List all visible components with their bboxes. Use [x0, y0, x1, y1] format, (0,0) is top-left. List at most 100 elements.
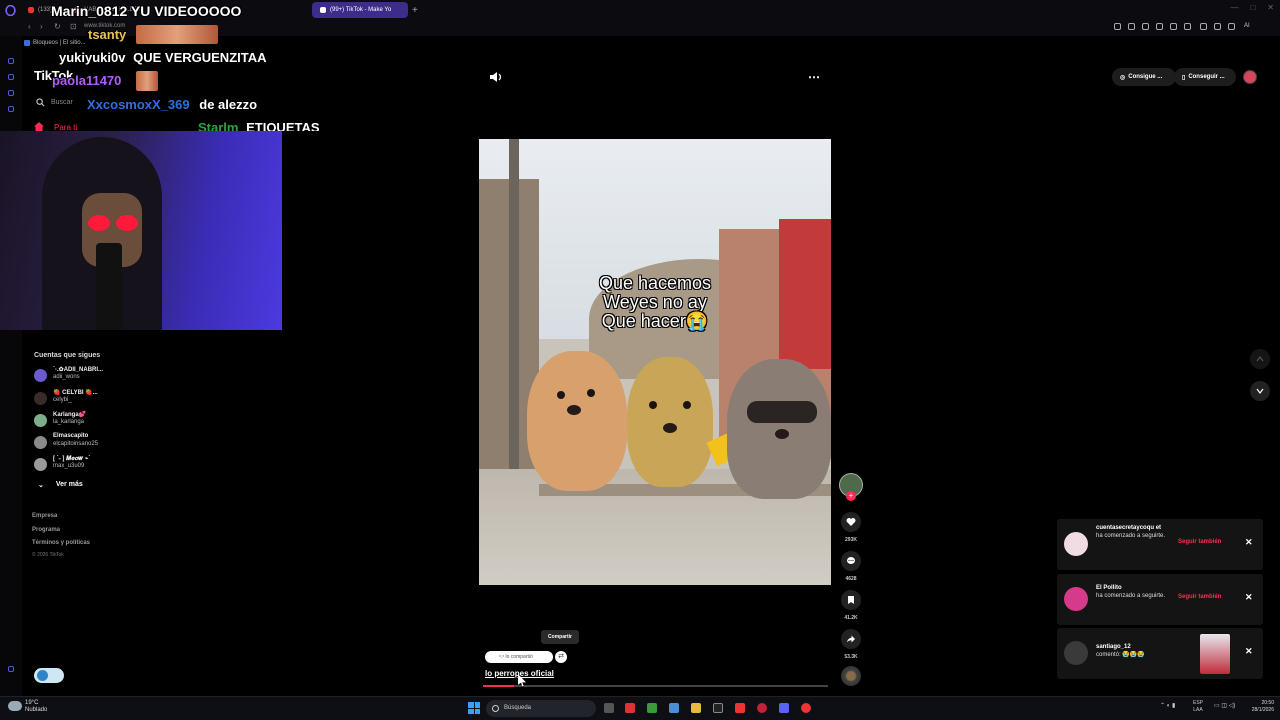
bookmarks-rail-icon[interactable]	[8, 106, 14, 112]
comment-count: 4628	[845, 576, 857, 582]
notification-text: El Pollito ha comenzado a seguirte.	[1096, 585, 1174, 600]
task-view-icon[interactable]	[604, 703, 614, 713]
repost-icon[interactable]: ⇄	[555, 651, 567, 663]
share-button[interactable]	[841, 629, 861, 649]
previous-video-button[interactable]	[1250, 349, 1270, 369]
shared-by-chip[interactable]: ᵒ.ᵒ lo compartió	[485, 651, 553, 663]
download-icon[interactable]	[1228, 23, 1235, 30]
see-more-label: Ver más	[55, 481, 83, 488]
notification-card[interactable]: cuentasecretaycoqu et ha comenzado a seg…	[1057, 519, 1263, 570]
share-tooltip: Compartir	[541, 630, 579, 644]
shield-icon[interactable]	[1142, 23, 1149, 30]
chat-user: paola11470	[52, 73, 122, 88]
minimize-button[interactable]: —	[1230, 3, 1238, 12]
toggle-knob	[37, 670, 48, 681]
chat-icon[interactable]	[1200, 23, 1207, 30]
video-progress-fill	[483, 685, 515, 687]
more-options-icon[interactable]: ⋯	[808, 70, 820, 84]
heart-icon[interactable]	[1184, 23, 1191, 30]
chat-message: YU VIDEOOOOO	[130, 3, 242, 19]
minecraft-icon[interactable]	[647, 703, 657, 713]
taskbar-search-label: Búsqueda	[504, 705, 532, 711]
avatar	[1064, 532, 1088, 556]
follow-back-button[interactable]: Seguir también	[1178, 594, 1221, 600]
avatar	[1064, 587, 1088, 611]
lock-rail-icon[interactable]	[8, 90, 14, 96]
follow-plus-icon[interactable]: +	[846, 491, 856, 501]
camera-icon[interactable]	[1156, 23, 1163, 30]
windows-start-icon[interactable]	[468, 702, 480, 714]
bookmark-item[interactable]: Bloqueos | El sitio...	[24, 40, 86, 46]
opera-logo-icon[interactable]	[0, 0, 20, 20]
weather-widget[interactable]: 19°C Nublado	[25, 700, 47, 714]
video-thumbnail[interactable]	[1200, 634, 1230, 674]
temperature: 19°C	[25, 700, 39, 706]
app-icon[interactable]	[625, 703, 635, 713]
history-rail-icon[interactable]	[8, 74, 14, 80]
opera-gx-icon[interactable]	[801, 703, 811, 713]
notification-card[interactable]: santiago_12 comentó: 😭😭😭 ✕	[1057, 628, 1263, 679]
ai-button[interactable]: AI	[1244, 23, 1250, 29]
get-coins-button[interactable]: ◎ Consigue ...	[1112, 68, 1176, 86]
windows-taskbar: 19°C Nublado Búsqueda ⌃ ◐ ▮ ESP LAA ▭ ◫ …	[0, 696, 1280, 720]
new-tab-button[interactable]: +	[412, 5, 418, 16]
pin-icon[interactable]	[1114, 23, 1121, 30]
extensions-icon[interactable]	[1214, 23, 1221, 30]
bookmark-icon	[848, 596, 854, 604]
following-user: max_u3u09	[53, 463, 85, 469]
video-player[interactable]: Que hacemos Weyes no ay Que hacer😭	[479, 139, 831, 585]
file-explorer-icon[interactable]	[691, 703, 701, 713]
back-icon[interactable]: ‹	[28, 22, 31, 31]
close-window-button[interactable]: ✕	[1267, 3, 1274, 12]
capcut-icon[interactable]	[713, 703, 723, 713]
next-video-button[interactable]	[1250, 381, 1270, 401]
raccoon-mask	[747, 401, 817, 423]
save-button[interactable]	[841, 590, 861, 610]
volume-icon[interactable]	[489, 71, 503, 83]
copyright: © 2026 TikTok	[32, 552, 64, 558]
reload-icon[interactable]: ↻	[54, 22, 61, 31]
system-clock[interactable]: 20:50 28/1/2026	[1250, 700, 1274, 714]
tab-tiktok[interactable]: (99+) TikTok - Make Yo	[312, 2, 408, 18]
search-placeholder: Buscar	[51, 98, 73, 106]
settings-rail-icon[interactable]	[8, 666, 14, 672]
home-rail-icon[interactable]	[8, 58, 14, 64]
app-icon[interactable]	[735, 703, 745, 713]
forward-icon[interactable]: ›	[40, 22, 43, 31]
theme-toggle[interactable]	[34, 668, 64, 683]
chat-line: Starlm ETIQUETAS	[198, 120, 320, 131]
see-more-button[interactable]: ⌄ Ver más	[38, 481, 83, 489]
eye	[649, 401, 657, 409]
footer-link-terms[interactable]: Términos y políticas	[32, 540, 90, 546]
follow-back-button[interactable]: Seguir también	[1178, 539, 1221, 545]
opera-icon[interactable]	[757, 703, 767, 713]
chevron-down-icon: ⌄	[38, 482, 44, 489]
chat-user: tsanty	[88, 27, 127, 42]
network-volume-icons[interactable]: ▭ ◫ ◁)	[1214, 702, 1235, 709]
app-icon[interactable]	[669, 703, 679, 713]
footer-link-company[interactable]: Empresa	[32, 513, 57, 519]
comment-button[interactable]	[841, 551, 861, 571]
get-app-button[interactable]: ▯ Conseguir ...	[1174, 68, 1236, 86]
discord-icon[interactable]	[779, 703, 789, 713]
close-icon[interactable]: ✕	[1245, 592, 1253, 603]
close-icon[interactable]: ✕	[1245, 537, 1253, 548]
maximize-button[interactable]: □	[1250, 3, 1255, 12]
caption-line: Weyes no ay	[603, 292, 707, 312]
taskbar-search[interactable]: Búsqueda	[486, 700, 596, 717]
notification-card[interactable]: El Pollito ha comenzado a seguirte. Segu…	[1057, 574, 1263, 625]
language-indicator[interactable]: ESP LAA	[1193, 700, 1203, 714]
music-disc-icon[interactable]	[841, 666, 861, 686]
notification-name: santiago_12	[1096, 644, 1131, 650]
footer-link-program[interactable]: Programa	[32, 527, 60, 533]
profile-avatar[interactable]	[1243, 70, 1257, 84]
like-button[interactable]	[841, 512, 861, 532]
bookmark-page-icon[interactable]	[1128, 23, 1135, 30]
chat-message: de alezzo	[199, 97, 258, 112]
video-progress-bar[interactable]	[483, 685, 828, 687]
search-icon	[36, 97, 45, 106]
tray-icons[interactable]: ⌃ ◐ ▮	[1160, 702, 1175, 709]
coin-icon: ◎	[1120, 74, 1126, 81]
play-icon[interactable]	[1170, 23, 1177, 30]
close-icon[interactable]: ✕	[1245, 646, 1253, 657]
